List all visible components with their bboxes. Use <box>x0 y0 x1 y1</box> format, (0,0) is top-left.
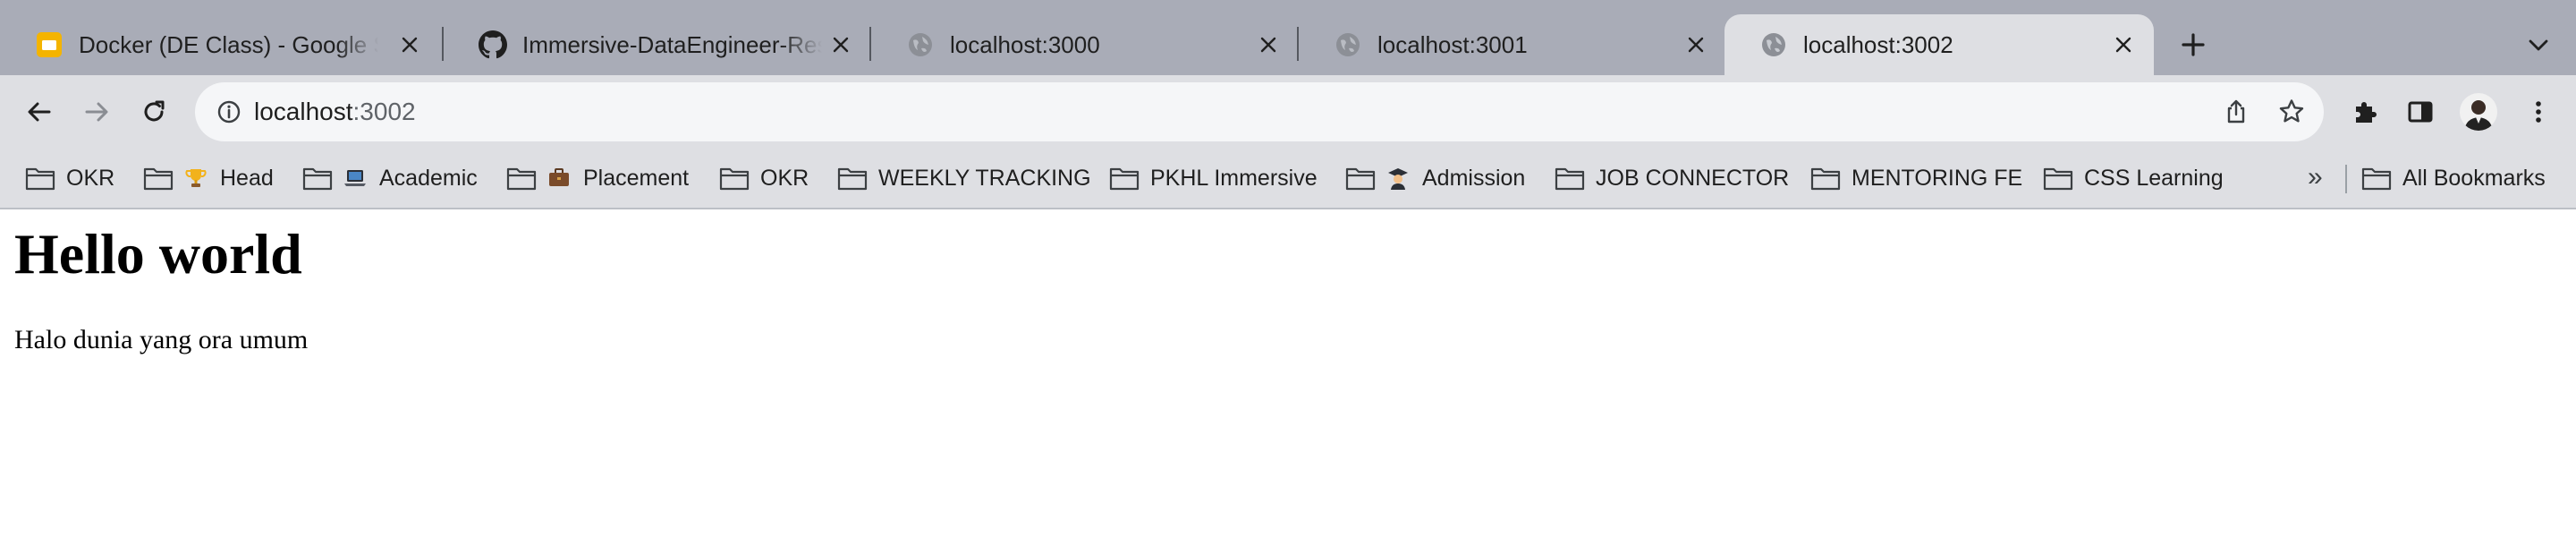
tab-docker-slides[interactable]: Docker (DE Class) - Google Slides <box>0 14 440 75</box>
arrow-right-icon <box>85 102 108 122</box>
trophy-icon <box>185 169 207 187</box>
arrow-left-icon <box>28 102 51 122</box>
info-icon[interactable] <box>211 94 247 130</box>
globe-icon <box>1333 30 1363 60</box>
tab-strip: Docker (DE Class) - Google Slides Immers… <box>0 0 2576 75</box>
reload-button[interactable] <box>134 92 174 132</box>
globe-icon <box>1758 30 1789 60</box>
puzzle-icon <box>2356 102 2377 123</box>
bookmark-label: MENTORING FE <box>1852 165 2023 191</box>
back-button[interactable] <box>20 92 59 132</box>
kebab-menu-icon <box>2536 101 2541 123</box>
reload-icon <box>144 100 165 122</box>
side-panel-icon <box>2408 101 2433 123</box>
briefcase-icon <box>549 168 569 186</box>
graduate-icon <box>1388 168 1408 190</box>
share-icon[interactable] <box>2218 94 2254 130</box>
folder-icon <box>506 167 537 191</box>
bookmarks-bar: OKR Head Academic Placement OKR WEEKLY T… <box>0 149 2576 208</box>
all-bookmarks-label: All Bookmarks <box>2402 165 2546 191</box>
extensions-button[interactable] <box>2345 92 2385 132</box>
tab-search-button[interactable] <box>2521 27 2556 63</box>
bookmark-label: Head <box>220 165 274 191</box>
chevron-down-icon <box>2529 39 2548 51</box>
bookmark-mentoring-fe[interactable]: MENTORING FE <box>1810 161 2022 195</box>
bookmark-label: OKR <box>66 165 115 191</box>
close-icon[interactable] <box>1682 30 1710 59</box>
bookmark-weekly-tracking[interactable]: WEEKLY TRACKING <box>837 161 1091 195</box>
close-icon[interactable] <box>1254 30 1283 59</box>
close-icon[interactable] <box>826 30 855 59</box>
bookmark-label: CSS Learning <box>2084 165 2224 191</box>
bookmark-label: Placement <box>583 165 690 191</box>
tab-title: Docker (DE Class) - Google Slides <box>79 31 378 58</box>
page-content: Hello world Halo dunia yang ora umum <box>0 209 2576 546</box>
folder-icon <box>1345 167 1376 191</box>
bookmark-label: Academic <box>379 165 478 191</box>
github-icon <box>478 30 508 60</box>
forward-button[interactable] <box>77 92 116 132</box>
tab-title: localhost:3001 <box>1377 31 1528 58</box>
tab-title: Immersive-DataEngineer-Resources <box>522 31 822 58</box>
bookmark-label: JOB CONNECTOR <box>1596 165 1790 191</box>
folder-icon <box>719 167 750 191</box>
url-port: :3002 <box>352 98 416 125</box>
avatar[interactable] <box>2460 93 2497 131</box>
bookmark-label: PKHL Immersive <box>1150 165 1318 191</box>
laptop-icon <box>344 170 366 186</box>
tab-localhost-3000[interactable]: localhost:3000 <box>871 14 1299 75</box>
plus-icon <box>2182 33 2205 56</box>
bookmark-placement[interactable]: Placement <box>506 161 689 195</box>
google-slides-icon <box>34 30 64 60</box>
bookmark-admission[interactable]: Admission <box>1345 161 1525 195</box>
folder-icon <box>302 167 333 191</box>
tab-localhost-3001[interactable]: localhost:3001 <box>1299 14 1726 75</box>
tab-title: localhost:3000 <box>950 31 1100 58</box>
url-host: localhost <box>254 98 353 125</box>
bookmark-pkhl-immersive[interactable]: PKHL Immersive <box>1109 161 1318 195</box>
folder-icon <box>143 167 174 191</box>
page-heading: Hello world <box>14 222 302 286</box>
folder-icon <box>25 167 55 191</box>
bookmarks-divider <box>2345 165 2347 193</box>
all-bookmarks-button[interactable]: All Bookmarks <box>2361 161 2546 195</box>
folder-icon <box>2043 167 2073 191</box>
folder-icon <box>1810 167 1841 191</box>
bookmark-label: WEEKLY TRACKING <box>878 165 1091 191</box>
new-tab-button[interactable] <box>2175 27 2211 63</box>
url-text[interactable]: localhost:3002 <box>254 97 416 127</box>
bookmarks-overflow-button[interactable]: » <box>2308 159 2323 195</box>
menu-button[interactable] <box>2519 92 2558 132</box>
tab-localhost-3002[interactable]: localhost:3002 <box>1724 14 2154 75</box>
bookmark-job-connector[interactable]: JOB CONNECTOR <box>1555 161 1789 195</box>
folder-icon <box>1555 167 1585 191</box>
tab-immersive-github[interactable]: Immersive-DataEngineer-Resources <box>444 14 871 75</box>
bookmark-okr[interactable]: OKR <box>25 161 114 195</box>
bookmark-head[interactable]: Head <box>143 161 274 195</box>
bookmark-okr-2[interactable]: OKR <box>719 161 809 195</box>
globe-icon <box>905 30 936 60</box>
star-icon[interactable] <box>2274 94 2309 130</box>
bookmark-academic[interactable]: Academic <box>302 161 478 195</box>
browser-chrome: Docker (DE Class) - Google Slides Immers… <box>0 0 2576 209</box>
address-bar[interactable]: localhost:3002 <box>195 82 2324 141</box>
close-icon[interactable] <box>2109 30 2138 59</box>
folder-icon <box>2361 167 2392 191</box>
close-icon[interactable] <box>395 30 424 59</box>
toolbar: localhost:3002 <box>0 75 2576 149</box>
bookmark-label: Admission <box>1422 165 1526 191</box>
tab-title: localhost:3002 <box>1803 31 1953 58</box>
folder-icon <box>837 167 868 191</box>
bookmark-label: OKR <box>760 165 809 191</box>
folder-icon <box>1109 167 1140 191</box>
bookmark-css-learning[interactable]: CSS Learning <box>2043 161 2224 195</box>
side-panel-button[interactable] <box>2401 92 2440 132</box>
page-paragraph: Halo dunia yang ora umum <box>14 325 309 354</box>
